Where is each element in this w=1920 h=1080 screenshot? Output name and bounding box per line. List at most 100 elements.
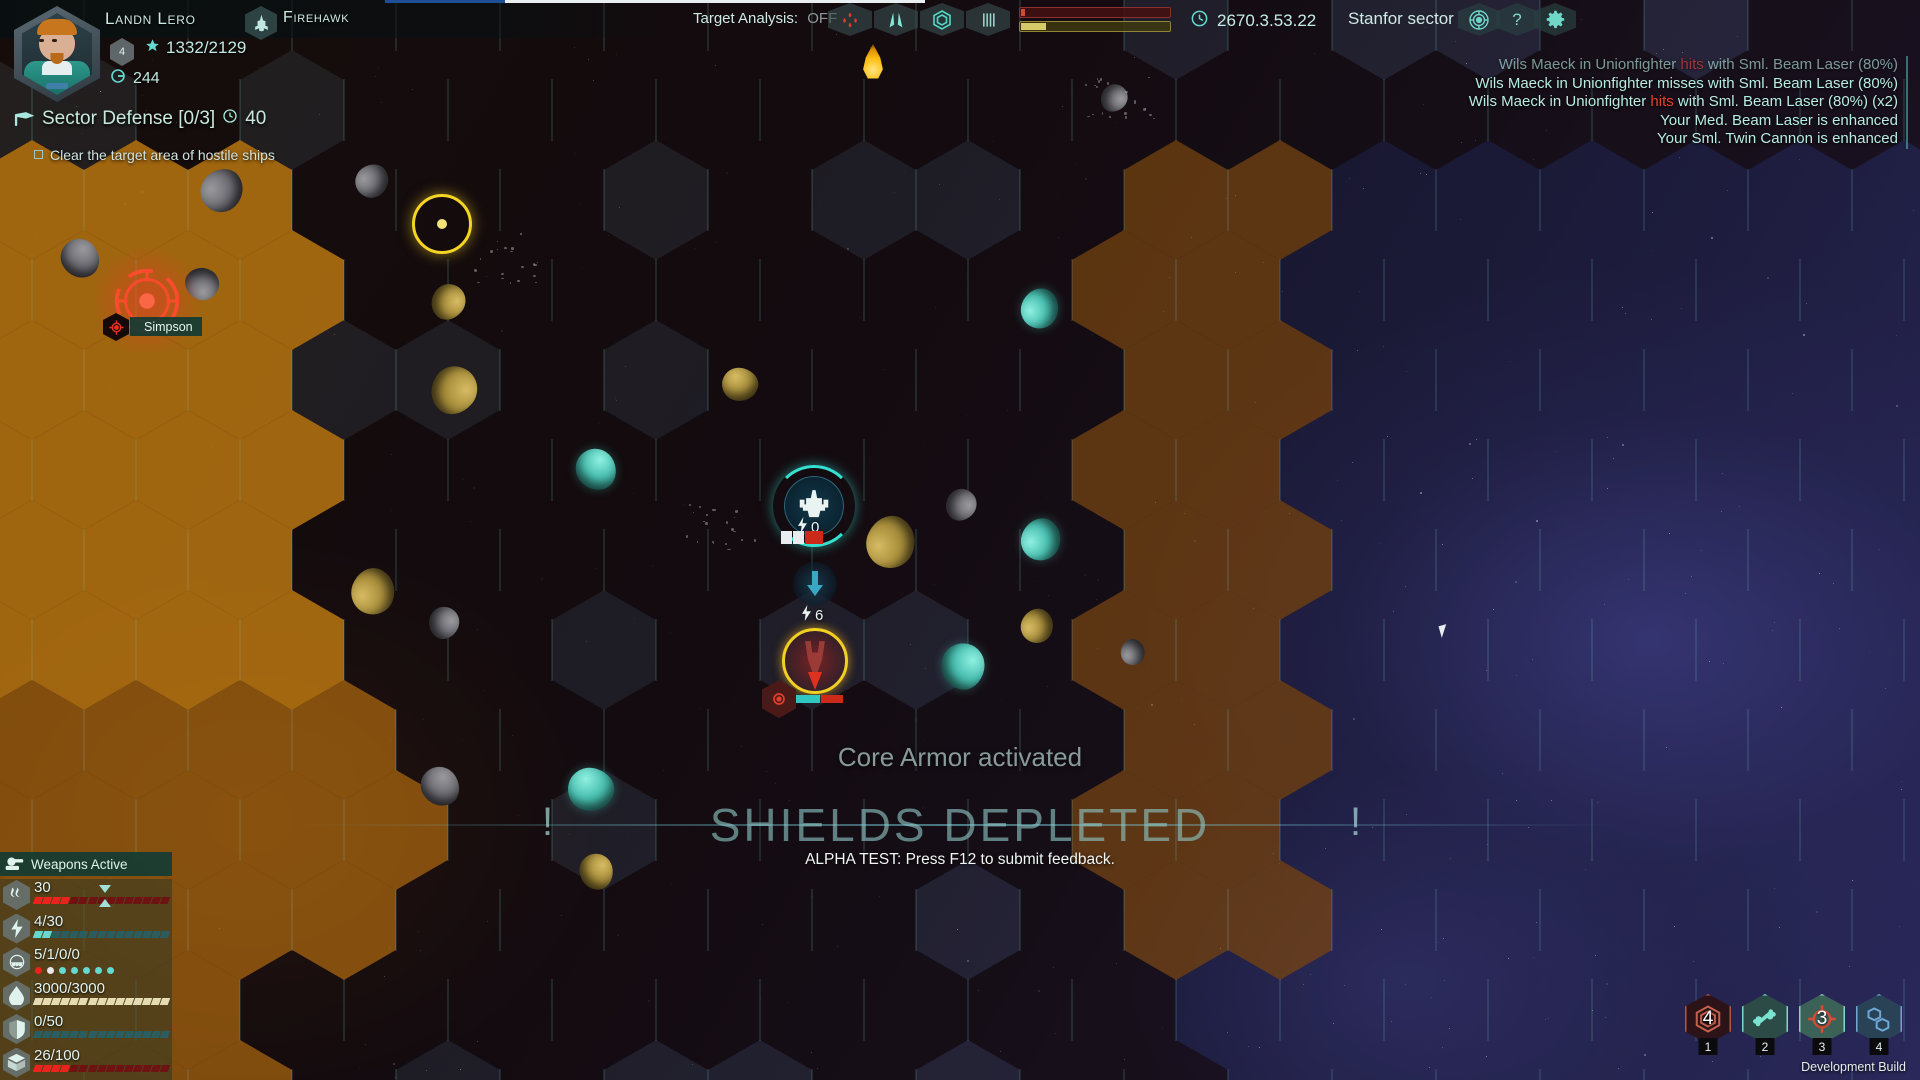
target-analysis[interactable]: Target Analysis: OFF <box>693 10 837 27</box>
log-hit-keyword: hits <box>1650 93 1673 110</box>
enemy-ship-targeted[interactable] <box>782 628 848 694</box>
combat-log-entry: Wils Maeck in Unionfighter misses with S… <box>1148 75 1898 94</box>
selected-hex-dot <box>437 219 447 229</box>
sector-name: Stanfor sector <box>1348 9 1454 29</box>
player-name: Landn Lero <box>105 9 196 29</box>
log-text: Wils Maeck in Unionfighter <box>1499 56 1681 73</box>
heat-icon <box>3 880 30 910</box>
resource-row[interactable]: 4/30 <box>0 913 172 947</box>
log-text: Wils Maeck in Unionfighter <box>1469 93 1651 110</box>
status-gauges <box>1019 7 1171 32</box>
objective-title: Sector Defense [0/3] 40 <box>42 108 266 130</box>
log-text-suffix: with Sml. Beam Laser (80%) <box>1704 56 1898 73</box>
crew-dots <box>34 967 169 974</box>
ability-hotkey: 4 <box>1870 1038 1889 1055</box>
ability-charge-count: 4 <box>1703 1008 1714 1030</box>
resource-value: 5/1/0/0 <box>34 946 169 963</box>
progress-segment-white <box>505 0 925 3</box>
crew-dot <box>59 967 66 974</box>
crew-dot <box>35 967 42 974</box>
weapons-status-header[interactable]: Weapons Active <box>0 852 172 876</box>
ability-hotkey: 1 <box>1699 1038 1718 1055</box>
repair-bone-icon[interactable] <box>1742 994 1788 1044</box>
resource-value: 3000/3000 <box>34 980 169 997</box>
crew-dot <box>47 967 54 974</box>
xp-display: 1332/2129 <box>145 38 246 58</box>
combat-log-entry: Wils Maeck in Unionfighter hits with Sml… <box>1148 56 1898 75</box>
target-analysis-label: Target Analysis: <box>693 10 798 27</box>
progress-segment-blue <box>385 0 505 3</box>
resource-row[interactable]: 3000/3000 <box>0 980 172 1014</box>
enemy-name-tag[interactable]: Simpson <box>130 317 202 336</box>
ability-bar[interactable]: 4 1 2 3 3 4 <box>1685 994 1902 1044</box>
weapons-status-label: Weapons Active <box>31 857 128 872</box>
ability-hotkey: 2 <box>1756 1038 1775 1055</box>
objective-checkbox[interactable] <box>34 150 43 159</box>
alpha-test-notice: ALPHA TEST: Press F12 to submit feedback… <box>0 851 1920 869</box>
flag-icon <box>14 110 38 129</box>
crew-icon <box>3 947 30 977</box>
resource-row[interactable]: 30 <box>0 879 172 913</box>
move-waypoint[interactable] <box>793 562 837 606</box>
objective-subtask: Clear the target area of hostile ships <box>50 147 275 163</box>
resource-panel: Weapons Active 30 4/30 5/1/0/0 3000/3000… <box>0 852 172 1080</box>
resource-bar <box>34 1031 169 1038</box>
log-hit-keyword: hits <box>1680 56 1703 73</box>
ability-hotkey: 3 <box>1813 1038 1832 1055</box>
core-armor-message: Core Armor activated <box>0 742 1920 773</box>
overdrive-icon[interactable] <box>1856 994 1902 1044</box>
combat-log[interactable]: Wils Maeck in Unionfighter hits with Sml… <box>1148 56 1908 149</box>
log-text: Your Sml. Twin Cannon is enhanced <box>1657 130 1898 147</box>
resource-row[interactable]: 26/100 <box>0 1047 172 1080</box>
combat-log-entry: Your Med. Beam Laser is enhanced <box>1148 112 1898 131</box>
ability-slot-4[interactable]: 4 <box>1856 994 1902 1044</box>
resource-row[interactable]: 5/1/0/0 <box>0 946 172 980</box>
log-text: Your Med. Beam Laser is enhanced <box>1660 112 1898 129</box>
log-text: Wils Maeck in Unionfighter misses <box>1475 75 1703 92</box>
fuel-icon <box>3 981 30 1011</box>
gauge-yellow <box>1019 21 1171 32</box>
credits-value: 244 <box>133 70 160 88</box>
log-text-suffix: with Sml. Beam Laser (80%) <box>1704 75 1898 92</box>
crew-dot <box>71 967 78 974</box>
player-health-bar <box>781 531 823 544</box>
dev-build-watermark: Development Build <box>1801 1060 1906 1074</box>
heat-threshold-markers <box>95 879 115 916</box>
resource-bar <box>34 1065 169 1072</box>
turret-icon <box>4 853 24 875</box>
objective-timer: 40 <box>245 108 266 130</box>
resource-value: 26/100 <box>34 1047 169 1064</box>
crew-dot <box>95 967 102 974</box>
hex-grid[interactable] <box>0 0 1920 1080</box>
shields-depleted-message: SHIELDS DEPLETED <box>0 798 1920 852</box>
combat-log-entry: Your Sml. Twin Cannon is enhanced <box>1148 130 1898 149</box>
clock-icon <box>1190 9 1209 33</box>
resource-value: 0/50 <box>34 1013 169 1030</box>
shield-icon <box>3 1014 30 1044</box>
crew-dot <box>83 967 90 974</box>
warning-bang-right: ! <box>1350 800 1361 845</box>
game-time: 2670.3.53.22 <box>1217 11 1316 31</box>
resource-value: 4/30 <box>34 913 169 930</box>
ability-slot-3[interactable]: 3 3 <box>1799 994 1845 1044</box>
resource-bar <box>34 998 169 1005</box>
ability-slot-1[interactable]: 4 1 <box>1685 994 1731 1044</box>
combat-log-entry: Wils Maeck in Unionfighter hits with Sml… <box>1148 93 1898 112</box>
gauge-red <box>1019 7 1171 18</box>
credits-display: 244 <box>110 68 160 89</box>
clock-icon <box>222 108 238 130</box>
ship-name: Firehawk <box>283 9 349 27</box>
game-clock: 2670.3.53.22 <box>1190 9 1316 33</box>
ability-slot-2[interactable]: 2 <box>1742 994 1788 1044</box>
log-text-suffix: with Sml. Beam Laser (80%) (x2) <box>1674 93 1898 110</box>
resource-bar <box>34 931 169 938</box>
objective-title-text: Sector Defense [0/3] <box>42 108 215 130</box>
cargo-icon <box>3 1048 30 1078</box>
credit-icon <box>110 68 126 89</box>
energy-icon <box>3 914 30 944</box>
crew-dot <box>107 967 114 974</box>
ability-charge-count: 3 <box>1817 1008 1828 1030</box>
xp-value: 1332/2129 <box>166 38 246 58</box>
resource-row[interactable]: 0/50 <box>0 1013 172 1047</box>
star-icon <box>145 38 160 58</box>
